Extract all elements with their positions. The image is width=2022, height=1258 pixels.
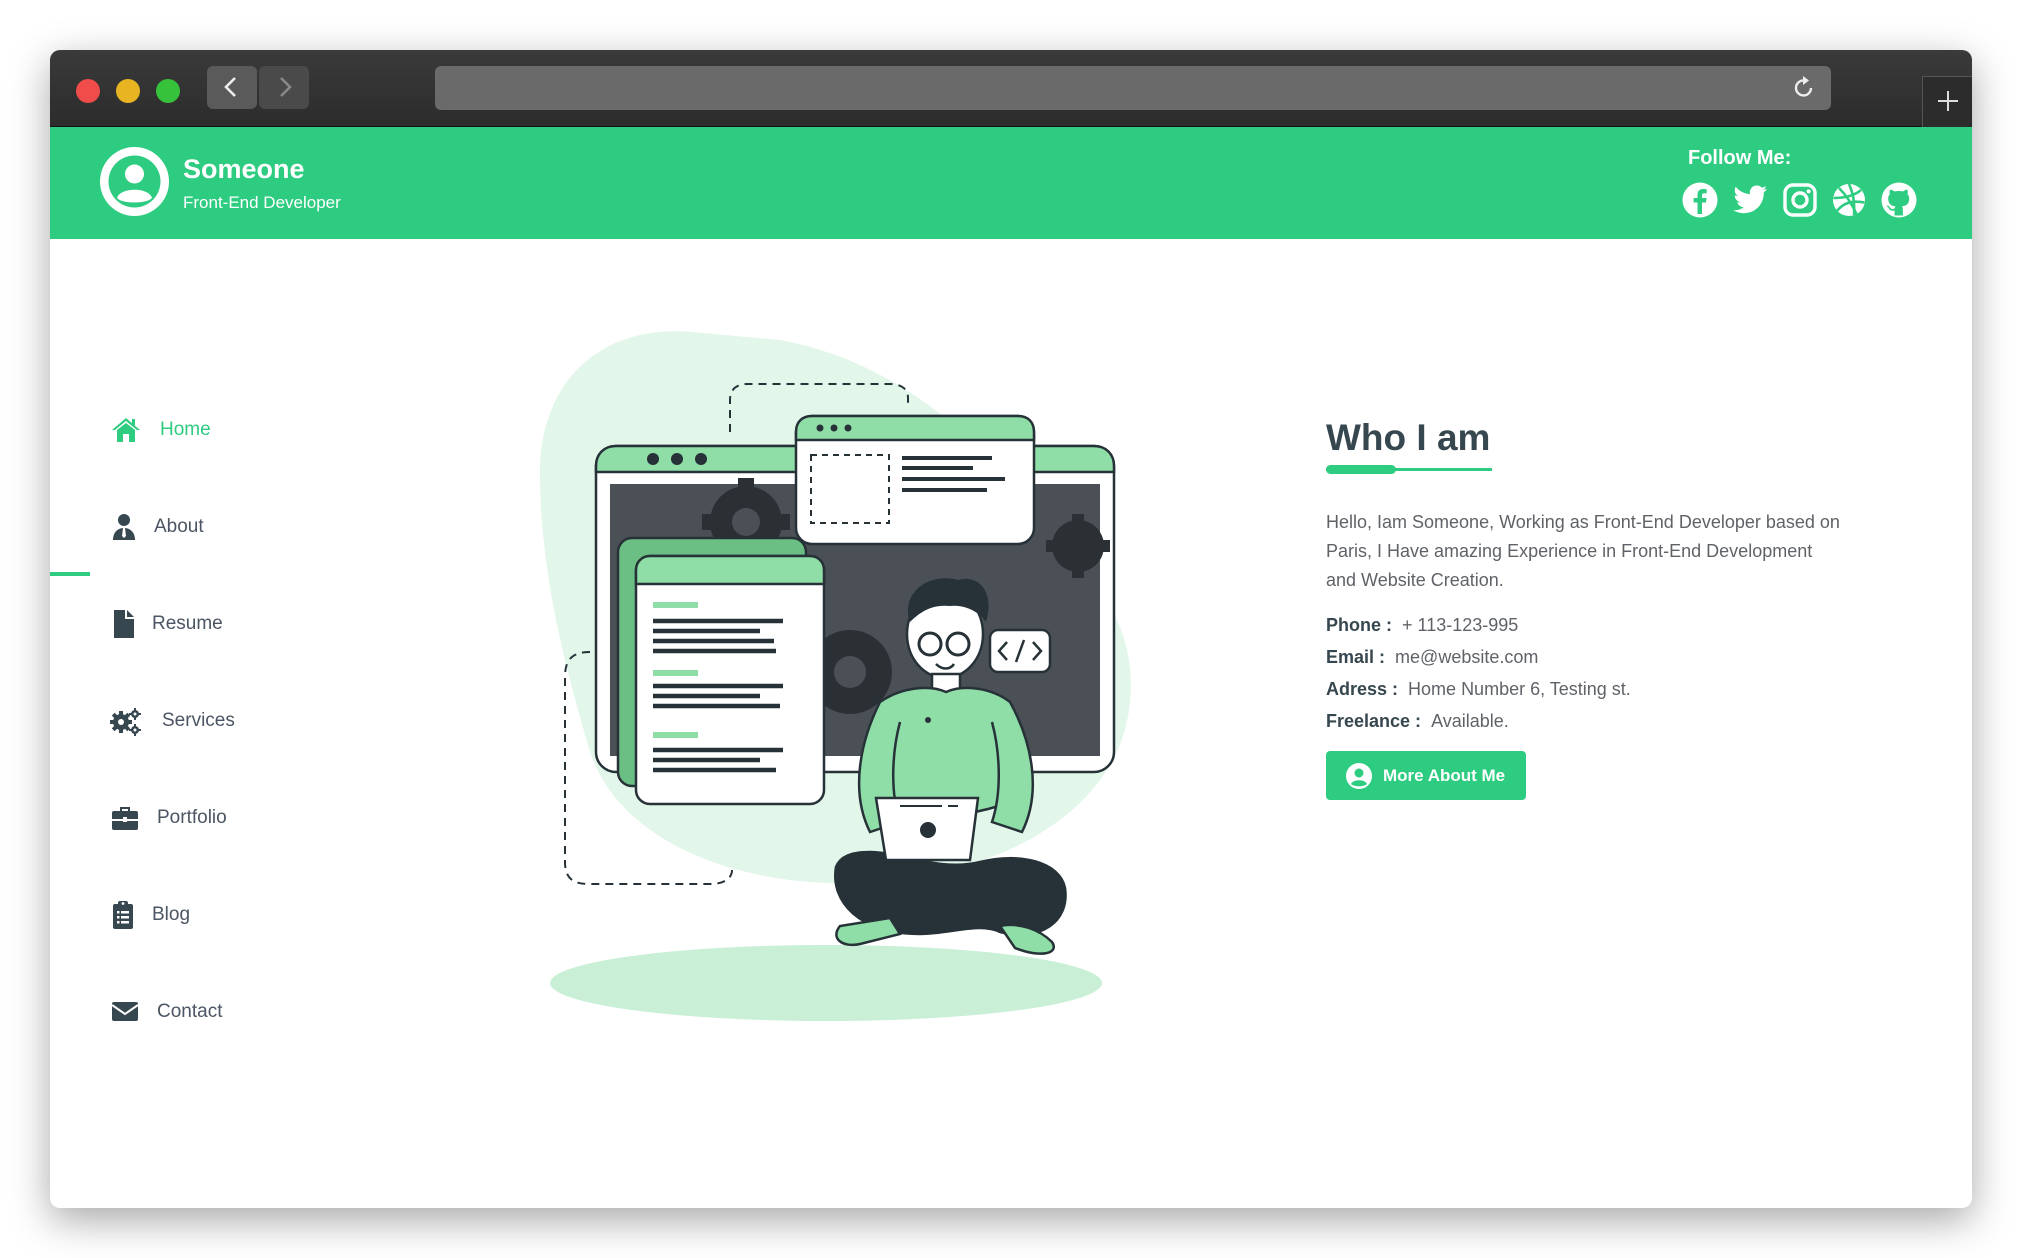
sidebar-item-home[interactable]: Home	[110, 410, 211, 450]
back-button[interactable]	[207, 66, 257, 109]
sidebar-item-label: About	[154, 516, 204, 537]
more-about-me-button[interactable]: More About Me	[1326, 751, 1526, 800]
new-tab-button[interactable]	[1922, 76, 1972, 127]
freelance-value: Available.	[1431, 711, 1509, 731]
plus-icon	[1938, 91, 1958, 111]
sidebar-item-portfolio[interactable]: Portfolio	[110, 798, 227, 838]
avatar	[100, 147, 169, 216]
reload-icon[interactable]	[1791, 75, 1817, 101]
sidebar-item-services[interactable]: Services	[110, 701, 235, 741]
sidebar-item-label: Home	[160, 419, 211, 440]
home-icon	[112, 418, 140, 442]
file-icon	[114, 610, 134, 638]
close-window-button[interactable]	[76, 79, 100, 103]
browser-window: Someone Front-End Developer Follow Me: H…	[50, 50, 1972, 1208]
sidebar-item-about[interactable]: About	[110, 507, 204, 547]
site-header: Someone Front-End Developer Follow Me:	[50, 127, 1972, 239]
sidebar-item-label: Portfolio	[157, 807, 227, 828]
clipboard-list-icon	[113, 901, 133, 929]
brand-role: Front-End Developer	[183, 193, 341, 212]
user-tie-icon	[113, 514, 135, 540]
twitter-icon[interactable]	[1731, 181, 1769, 219]
phone-row: Phone : + 113-123-995	[1326, 609, 1846, 641]
sidebar-item-label: Services	[162, 710, 235, 731]
envelope-icon	[111, 1002, 139, 1021]
user-circle-icon	[1346, 762, 1372, 789]
maximize-window-button[interactable]	[156, 79, 180, 103]
browser-toolbar	[50, 50, 1972, 127]
brand-name: Someone	[183, 154, 305, 184]
facebook-icon[interactable]	[1681, 181, 1719, 219]
forward-button[interactable]	[259, 66, 309, 109]
phone-label: Phone :	[1326, 615, 1392, 635]
sidebar-item-label: Contact	[157, 1001, 223, 1022]
sidebar-item-resume[interactable]: Resume	[110, 604, 223, 644]
bio-text: Hello, Iam Someone, Working as Front-End…	[1326, 512, 1840, 590]
address-bar[interactable]	[435, 66, 1831, 110]
section-title: Who I am	[1326, 417, 1491, 458]
chevron-left-icon	[224, 77, 236, 97]
minimize-window-button[interactable]	[116, 79, 140, 103]
follow-label: Follow Me:	[1688, 147, 1792, 169]
email-row: Email : me@website.com	[1326, 641, 1846, 673]
gears-icon	[110, 708, 141, 736]
address-value: Home Number 6, Testing st.	[1408, 679, 1631, 699]
sidebar-item-contact[interactable]: Contact	[110, 992, 222, 1032]
github-icon[interactable]	[1880, 181, 1918, 219]
email-value: me@website.com	[1395, 647, 1539, 667]
briefcase-icon	[112, 807, 138, 830]
email-label: Email :	[1326, 647, 1386, 667]
button-label: More About Me	[1383, 765, 1506, 785]
title-underline	[1326, 465, 1492, 474]
phone-value: + 113-123-995	[1402, 615, 1519, 635]
sidebar-item-label: Resume	[152, 613, 223, 634]
active-indicator	[50, 572, 90, 576]
sidebar-nav: Home About Resume Services Portfolio Blo…	[50, 239, 370, 1208]
dribbble-icon[interactable]	[1830, 181, 1868, 219]
sidebar-item-blog[interactable]: Blog	[110, 895, 190, 935]
freelance-label: Freelance :	[1326, 711, 1422, 731]
address-label: Adress :	[1326, 679, 1399, 699]
chevron-right-icon	[280, 77, 292, 97]
sidebar-item-label: Blog	[152, 904, 191, 925]
user-avatar-icon	[108, 155, 161, 208]
address-row: Adress : Home Number 6, Testing st.	[1326, 673, 1846, 705]
developer-illustration	[540, 331, 1131, 1021]
freelance-row: Freelance : Available.	[1326, 705, 1846, 737]
about-section: Who I am Hello, Iam Someone, Working as …	[1326, 417, 1846, 800]
instagram-icon[interactable]	[1781, 181, 1819, 219]
